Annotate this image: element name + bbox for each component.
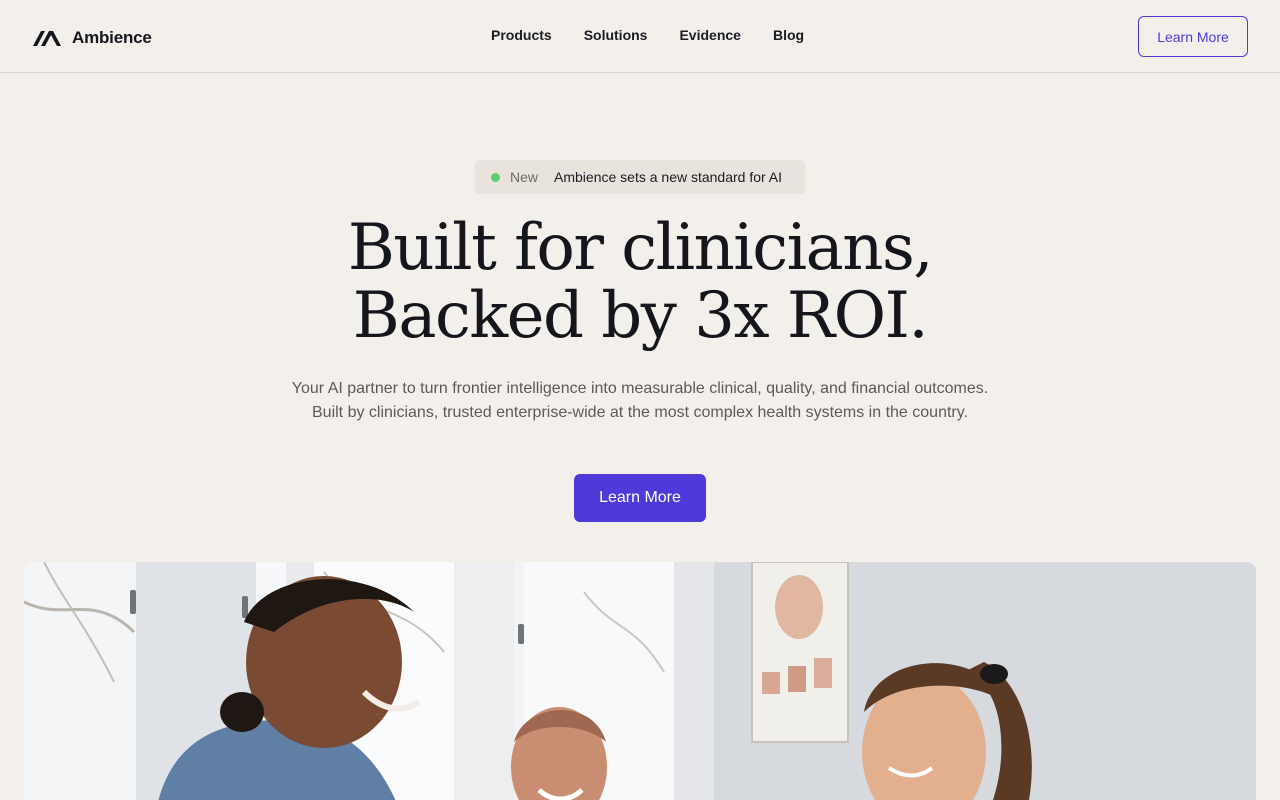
hero-photo [24,562,1256,800]
nav-item-blog[interactable]: Blog [773,26,804,46]
brand-name: Ambience [72,28,152,47]
ambience-logo-icon [32,29,64,47]
nav-item-evidence[interactable]: Evidence [679,26,740,46]
hero-subtitle: Your AI partner to turn frontier intelli… [291,380,989,421]
header-learn-more-button[interactable]: Learn More [1138,16,1248,57]
announcement-tag: New [510,169,539,185]
site-header: Ambience Products Solutions Evidence Blo… [0,0,1280,73]
hero-title: Built for clinicians, Backed by 3x ROI. [0,214,1280,350]
hero-learn-more-button[interactable]: Learn More [574,474,706,522]
hero-title-line-2: Backed by 3x ROI. [352,279,929,353]
hero-title-line-1: Built for clinicians, [347,211,934,285]
brand-logo[interactable]: Ambience [32,26,152,50]
status-dot-icon [491,172,500,182]
announcement-badge[interactable]: New Ambience sets a new standard for AI [475,160,805,194]
announcement-text: Ambience sets a new standard for AI [554,169,783,185]
clinic-photo-illustration-icon [24,562,1256,800]
nav-item-products[interactable]: Products [491,26,552,46]
main-nav: Products Solutions Evidence Blog [491,26,804,46]
nav-item-solutions[interactable]: Solutions [584,26,648,46]
